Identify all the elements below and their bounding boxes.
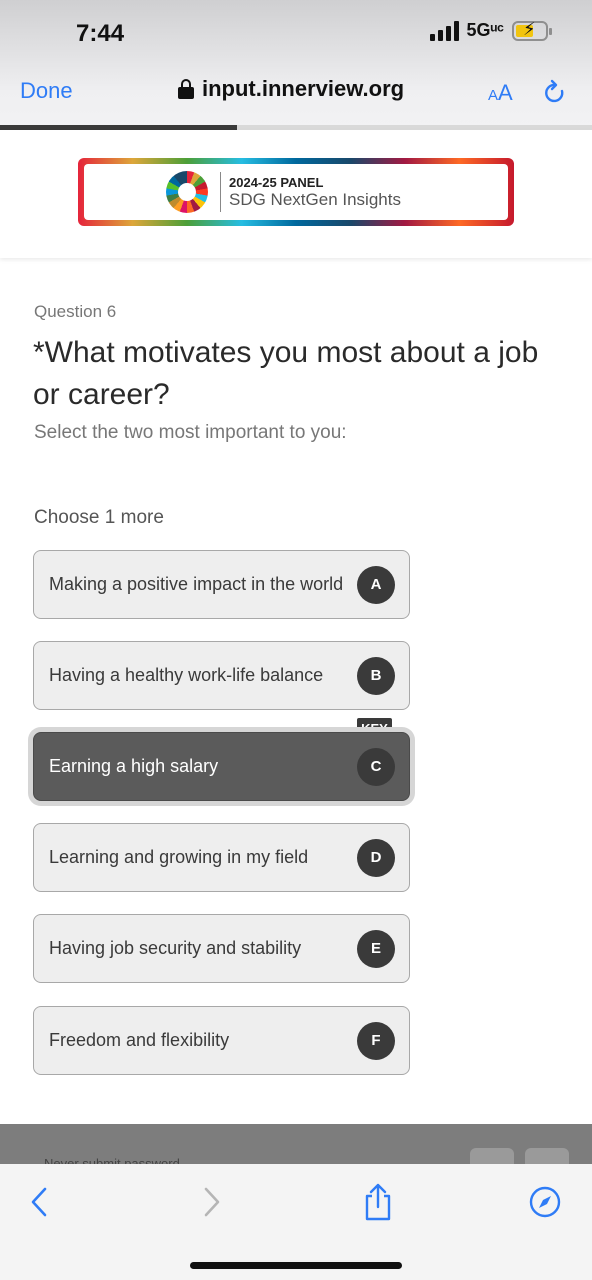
- forward-icon[interactable]: [193, 1184, 229, 1220]
- question-number: Question 6: [34, 302, 117, 321]
- option-b[interactable]: Having a healthy work-life balance B: [33, 641, 410, 710]
- done-button[interactable]: Done: [20, 78, 73, 104]
- text-size-button[interactable]: AA: [488, 80, 513, 106]
- option-e[interactable]: Having job security and stability E: [33, 914, 410, 983]
- option-label: Earning a high salary: [49, 756, 219, 776]
- question-title: *What motivates you most about a job or …: [33, 336, 539, 411]
- option-label: Learning and growing in my field: [49, 847, 309, 867]
- charging-icon: ⚡: [523, 18, 536, 39]
- choose-more-hint: Choose 1 more: [34, 507, 164, 528]
- sdg-wheel-icon: [166, 171, 208, 213]
- signal-icon: [429, 20, 459, 41]
- banner-title: 2024-25 PANEL: [229, 174, 324, 190]
- share-icon[interactable]: [359, 1182, 397, 1222]
- banner-logo: 2024-25 PANEL SDG NextGen Insights: [78, 158, 514, 226]
- reload-icon[interactable]: [540, 78, 570, 108]
- option-label: Freedom and flexibility: [49, 1030, 230, 1050]
- back-icon[interactable]: [22, 1184, 58, 1220]
- lock-icon: [178, 79, 194, 99]
- option-f[interactable]: Freedom and flexibility F: [33, 1006, 410, 1075]
- option-key: E: [357, 929, 395, 968]
- address-bar[interactable]: input.innerview.org: [178, 76, 404, 102]
- option-key: C: [357, 747, 395, 786]
- option-d[interactable]: Learning and growing in my field D: [33, 823, 410, 892]
- option-c[interactable]: Earning a high salary C: [33, 732, 410, 801]
- option-label: Having a healthy work-life balance: [49, 665, 324, 685]
- status-time: 7:44: [76, 20, 125, 47]
- network-label: 5Gᵘᶜ: [466, 20, 504, 40]
- survey-header: 2024-25 PANEL SDG NextGen Insights: [0, 130, 592, 258]
- option-key: F: [357, 1021, 395, 1060]
- home-indicator[interactable]: [190, 1262, 402, 1269]
- browser-top-chrome: 7:44 5Gᵘᶜ ⚡ Done input.innerview.org AA: [0, 0, 592, 130]
- option-key: B: [357, 656, 395, 695]
- status-indicators: 5Gᵘᶜ ⚡: [429, 18, 552, 41]
- question-instructions: Select the two most important to you:: [34, 422, 347, 443]
- option-a[interactable]: Making a positive impact in the world A: [33, 550, 410, 619]
- banner-divider: [220, 172, 221, 212]
- banner-subtitle: SDG NextGen Insights: [229, 189, 401, 209]
- compass-icon[interactable]: [527, 1184, 563, 1220]
- option-label: Making a positive impact in the world: [49, 574, 344, 594]
- option-key: D: [357, 838, 395, 877]
- url-text[interactable]: input.innerview.org: [202, 76, 404, 102]
- option-key: A: [357, 565, 395, 604]
- option-label: Having job security and stability: [49, 938, 302, 958]
- keyboard-autofill-bar: Never submit password: [0, 1124, 592, 1166]
- battery-icon: ⚡: [512, 18, 552, 41]
